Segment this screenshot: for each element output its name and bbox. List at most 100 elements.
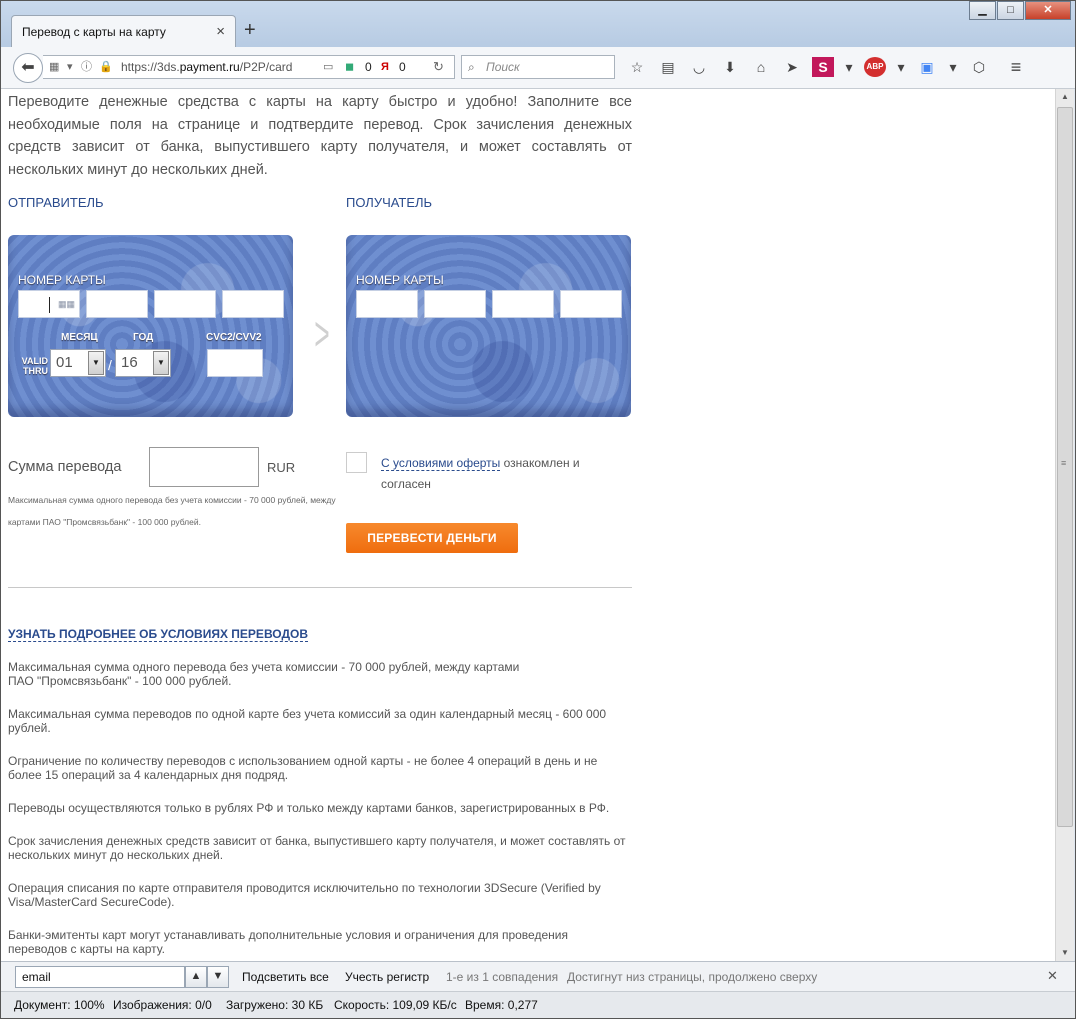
toolbar-icons: ☆ ▤ ◡ ⬇ ⌂ ➤ S ▾ ABP ▾ ▣ ▾ ⬡ ≡: [626, 57, 1036, 77]
s-icon[interactable]: S: [812, 57, 834, 77]
find-wrap-notice: Достигнут низ страницы, продолжено сверх…: [567, 970, 818, 984]
browser-window: Перевод с карты на карту × + ▁ □ ✕ ⬅ ▦ ▾…: [0, 0, 1076, 1019]
status-speed: Скорость: 109,09 КБ/с: [334, 998, 457, 1012]
lock-icon[interactable]: 🔒: [99, 56, 113, 78]
home-icon[interactable]: ⌂: [750, 57, 772, 77]
close-window-button[interactable]: ✕: [1025, 1, 1071, 20]
scroll-up-arrow-icon[interactable]: ▲: [1056, 89, 1074, 105]
find-bar: email ▲ ▼ Подсветить все Учесть регистр …: [1, 961, 1075, 991]
year-select[interactable]: 16 ▼: [115, 349, 171, 377]
match-case-button[interactable]: Учесть регистр: [345, 970, 429, 984]
tab-active[interactable]: Перевод с карты на карту ×: [11, 15, 236, 47]
sender-card-number-part-3[interactable]: [154, 290, 216, 318]
recipient-card-number-part-2[interactable]: [424, 290, 486, 318]
card-number-label: НОМЕР КАРТЫ: [356, 273, 444, 287]
amount-input[interactable]: [149, 447, 259, 487]
status-images: Изображения: 0/0: [113, 998, 212, 1012]
back-icon: ⬅: [21, 59, 35, 76]
chevron-down-icon[interactable]: ▼: [88, 351, 104, 375]
rule-item: Переводы осуществляются только в рублях …: [8, 801, 610, 815]
find-input[interactable]: email: [15, 966, 185, 988]
dropdown-arrow-icon[interactable]: ▾: [843, 57, 855, 77]
rule-item: Банки-эмитенты карт могут устанавливать …: [8, 928, 568, 956]
sender-card: НОМЕР КАРТЫ ▦▦ МЕСЯЦ ГОД CVC2/CVV2 VALID…: [8, 235, 293, 417]
month-value: 01: [56, 354, 73, 371]
consent-checkbox[interactable]: [346, 452, 367, 473]
maximize-button[interactable]: □: [997, 1, 1024, 20]
menu-icon[interactable]: ≡: [1005, 57, 1027, 77]
chevron-down-icon[interactable]: ▼: [153, 351, 169, 375]
recipient-card-number-part-4[interactable]: [560, 290, 622, 318]
url-bar[interactable]: ▦ ▾ ⓘ 🔒 https://3ds.payment.ru/P2P/card …: [43, 55, 455, 79]
scroll-down-arrow-icon[interactable]: ▼: [1056, 945, 1074, 961]
close-icon[interactable]: ✕: [1047, 968, 1058, 984]
bookmarks-icon[interactable]: ▤: [657, 57, 679, 77]
star-icon[interactable]: ☆: [626, 57, 648, 77]
rule-item: Максимальная сумма переводов по одной ка…: [8, 707, 607, 735]
highlight-all-button[interactable]: Подсветить все: [242, 970, 329, 984]
sender-title: ОТПРАВИТЕЛЬ: [8, 195, 104, 210]
find-previous-button[interactable]: ▲: [185, 966, 207, 988]
find-match-count: 1-е из 1 совпадения: [446, 970, 559, 984]
year-value: 16: [121, 354, 138, 371]
year-label: ГОД: [133, 332, 154, 343]
search-icon: ⌕: [468, 60, 475, 74]
new-tab-button[interactable]: +: [244, 19, 256, 42]
rule-item: Срок зачисления денежных средств зависит…: [8, 834, 626, 862]
sender-card-number-part-2[interactable]: [86, 290, 148, 318]
card-number-label: НОМЕР КАРТЫ: [18, 273, 106, 287]
navigation-toolbar: ⬅ ▦ ▾ ⓘ 🔒 https://3ds.payment.ru/P2P/car…: [1, 47, 1075, 89]
intro-text: Переводите денежные средства с карты на …: [8, 94, 632, 178]
download-icon[interactable]: ⬇: [719, 57, 741, 77]
reader-icon[interactable]: ▭: [323, 56, 333, 78]
keyboard-icon[interactable]: ▦▦: [58, 299, 75, 310]
yandex-icon[interactable]: Я: [381, 56, 389, 78]
valid-thru-label: VALID THRU: [21, 356, 48, 376]
search-input[interactable]: ⌕ Поиск: [461, 55, 615, 79]
recipient-card-number-part-3[interactable]: [492, 290, 554, 318]
page-content: Переводите денежные средства с карты на …: [1, 89, 1057, 961]
status-document: Документ: 100%: [14, 998, 105, 1012]
tab-close-icon[interactable]: ×: [216, 23, 225, 40]
vertical-scrollbar[interactable]: ▲ ≡ ▼: [1055, 89, 1074, 961]
consent-text: С условиями оферты ознакомлен и согласен: [381, 453, 631, 495]
find-next-button[interactable]: ▼: [207, 966, 229, 988]
info-icon[interactable]: ⓘ: [81, 56, 92, 78]
amount-note: Максимальная сумма одного перевода без у…: [8, 495, 336, 527]
rules-list: Максимальная сумма одного перевода без у…: [8, 660, 632, 961]
cvc-label: CVC2/CVV2: [206, 332, 262, 343]
google-counter: 0: [365, 60, 372, 74]
sender-card-number-part-1[interactable]: ▦▦: [18, 290, 80, 318]
back-button[interactable]: ⬅: [13, 53, 43, 83]
currency-label: RUR: [267, 460, 296, 475]
recipient-card-number-part-1[interactable]: [356, 290, 418, 318]
search-placeholder: Поиск: [486, 60, 520, 74]
offer-terms-link[interactable]: С условиями оферты: [381, 456, 501, 471]
sender-card-number-part-4[interactable]: [222, 290, 284, 318]
abp-icon[interactable]: ABP: [864, 57, 886, 77]
dropdown-arrow-icon[interactable]: ▾: [947, 57, 959, 77]
cvc-input[interactable]: [207, 349, 263, 377]
rule-item: Операция списания по карте отправителя п…: [8, 881, 601, 909]
google-icon[interactable]: ◼: [345, 56, 354, 78]
dropdown-arrow-icon[interactable]: ▾: [895, 57, 907, 77]
tab-title: Перевод с карты на карту: [22, 25, 166, 39]
transfer-terms-link[interactable]: УЗНАТЬ ПОДРОБНЕЕ ОБ УСЛОВИЯХ ПЕРЕВОДОВ: [8, 627, 309, 642]
recipient-title: ПОЛУЧАТЕЛЬ: [346, 195, 433, 210]
reload-icon[interactable]: ↻: [433, 56, 444, 78]
dropdown-arrow-icon: ▾: [67, 61, 73, 73]
transfer-money-button[interactable]: ПЕРЕВЕСТИ ДЕНЬГИ: [346, 523, 518, 553]
yandex-counter: 0: [399, 60, 406, 74]
pocket-icon[interactable]: ◡: [688, 57, 710, 77]
translate-icon[interactable]: ▣: [916, 57, 938, 77]
month-select[interactable]: 01 ▼: [50, 349, 106, 377]
minimize-button[interactable]: ▁: [969, 1, 996, 20]
send-icon[interactable]: ➤: [781, 57, 803, 77]
extension-icon[interactable]: ⬡: [968, 57, 990, 77]
chevron-up-icon: ▲: [190, 970, 202, 982]
title-bar: Перевод с карты на карту × + ▁ □ ✕: [1, 1, 1075, 47]
scrollbar-thumb[interactable]: ≡: [1057, 107, 1073, 827]
url-text[interactable]: https://3ds.payment.ru/P2P/card: [121, 56, 301, 78]
status-time: Время: 0,277: [465, 998, 538, 1012]
menu-grid-icon: ▦: [49, 61, 60, 73]
